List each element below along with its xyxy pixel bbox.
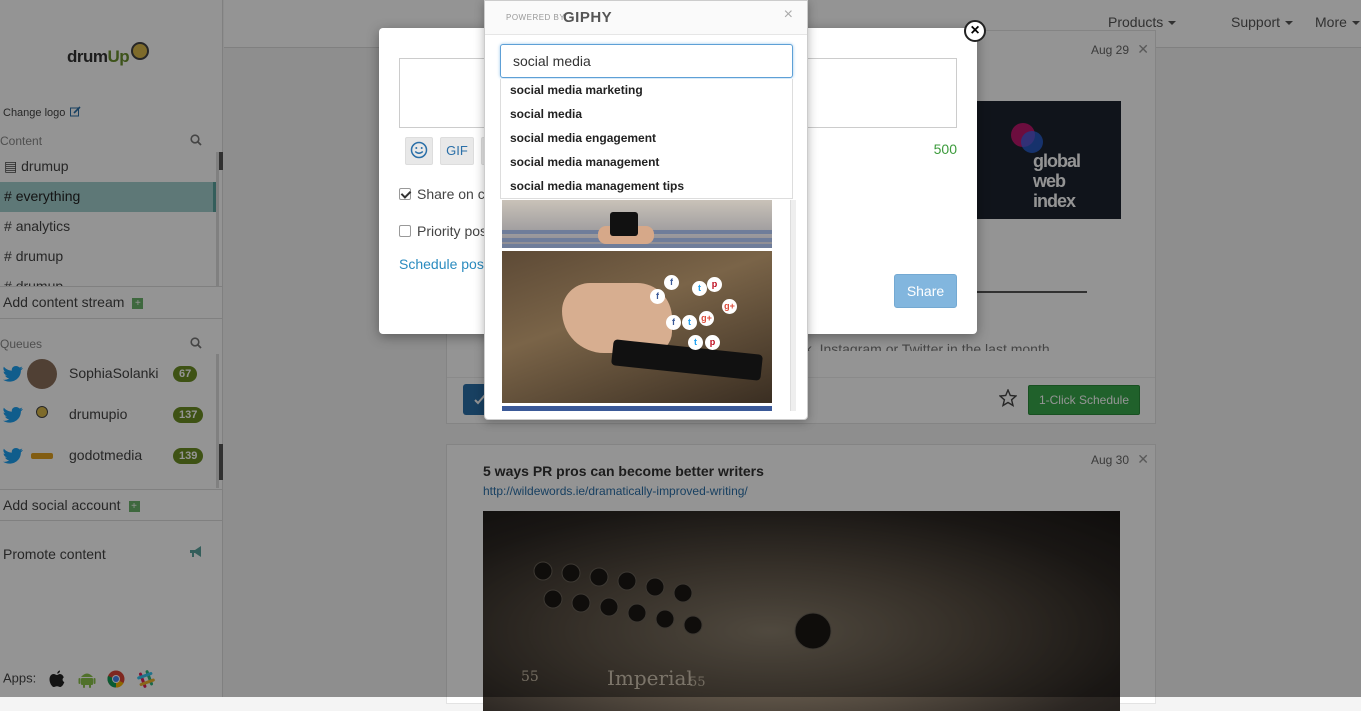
checkbox-unchecked[interactable] [399, 225, 411, 237]
close-icon[interactable]: × [784, 6, 793, 24]
suggestion-item[interactable]: social media engagement [501, 127, 792, 151]
twitter-icon: t [682, 315, 697, 330]
pinterest-icon: p [705, 335, 720, 350]
phone-graphic [610, 212, 638, 236]
suggestion-item[interactable]: social media management [501, 151, 792, 175]
gif-result[interactable] [502, 406, 772, 411]
schedule-post-link[interactable]: Schedule pos [399, 256, 484, 272]
gif-button[interactable]: GIF [440, 137, 474, 165]
facebook-icon: f [664, 275, 679, 290]
suggestion-item[interactable]: social media management tips [501, 175, 792, 199]
googleplus-icon: g+ [699, 311, 714, 326]
gif-result[interactable] [502, 200, 772, 248]
share-button[interactable]: Share [894, 274, 957, 308]
giphy-logo: GIPHY [563, 9, 613, 26]
phone-graphic [611, 339, 763, 381]
suggestion-item[interactable]: social media [501, 103, 792, 127]
smiley-icon [410, 141, 428, 159]
results-scrollbar[interactable] [790, 200, 796, 411]
gif-result[interactable]: f f t p g+ f t g+ t p [502, 251, 772, 403]
checkbox-checked[interactable] [399, 188, 411, 200]
googleplus-icon: g+ [722, 299, 737, 314]
pinterest-icon: p [707, 277, 722, 292]
facebook-icon: f [666, 315, 681, 330]
twitter-icon: t [688, 335, 703, 350]
gif-results: f f t p g+ f t g+ t p [502, 200, 773, 411]
giphy-header: POWERED BY GIPHY × [485, 1, 807, 35]
share-on-checkbox[interactable]: Share on co [399, 186, 493, 202]
priority-post-checkbox[interactable]: Priority pos [399, 223, 487, 239]
giphy-search-input[interactable] [500, 44, 793, 78]
facebook-icon: f [650, 289, 665, 304]
search-suggestions: social media marketing social media soci… [500, 79, 793, 199]
suggestion-item[interactable]: social media marketing [501, 79, 792, 103]
close-modal-button[interactable]: × [964, 20, 986, 42]
emoji-button[interactable] [405, 137, 433, 165]
giphy-popover: POWERED BY GIPHY × social media marketin… [484, 0, 808, 420]
character-count: 500 [933, 141, 957, 157]
twitter-icon: t [692, 281, 707, 296]
